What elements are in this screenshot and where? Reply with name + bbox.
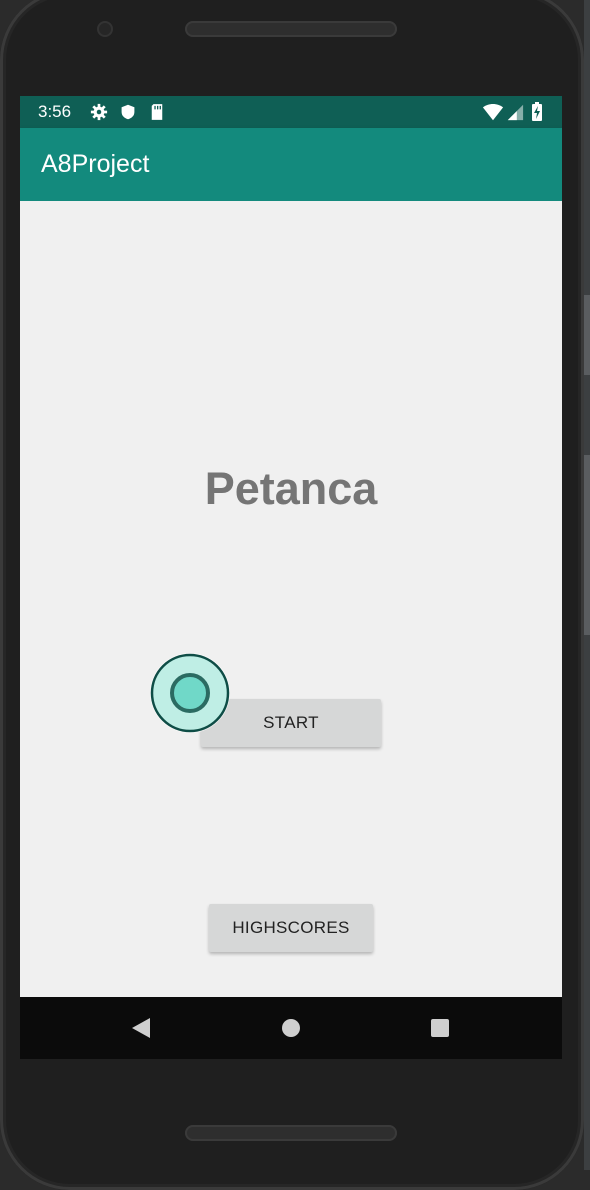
ide-side-strip [584, 0, 590, 1170]
app-bar: A8Project [20, 128, 562, 201]
camera-icon [97, 21, 113, 37]
sd-card-icon [151, 104, 163, 120]
bottom-speaker [185, 1125, 397, 1141]
status-time: 3:56 [38, 102, 72, 121]
touch-indicator-icon [150, 653, 230, 733]
app-title: A8Project [41, 150, 150, 178]
shield-icon [121, 104, 135, 120]
device-screen: 3:56 A8Project Petanca START HIGHSCORES [20, 96, 562, 1059]
top-speaker [185, 21, 397, 37]
battery-charging-icon [532, 102, 542, 121]
navigation-bar [20, 997, 562, 1059]
recents-icon[interactable] [420, 997, 460, 1059]
wifi-icon [482, 103, 504, 121]
cell-signal-icon [507, 104, 524, 121]
page-title: Petanca [204, 463, 378, 514]
scroll-marker [584, 295, 590, 375]
scroll-marker [584, 455, 590, 635]
gear-icon [90, 103, 108, 121]
back-icon[interactable] [120, 997, 160, 1059]
status-bar: 3:56 [20, 96, 562, 128]
highscores-button[interactable]: HIGHSCORES [209, 904, 373, 952]
main-content: Petanca START HIGHSCORES [20, 201, 562, 997]
home-icon[interactable] [271, 997, 311, 1059]
